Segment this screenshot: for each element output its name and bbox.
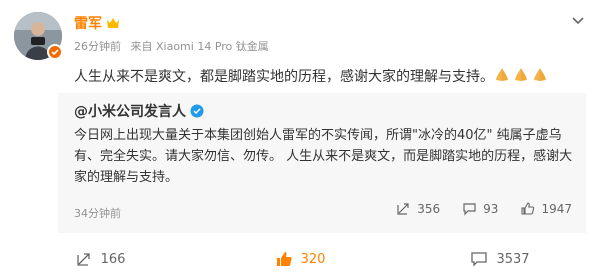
verified-icon <box>190 104 204 118</box>
praying-hands-icon <box>515 68 527 81</box>
repost-author[interactable]: @小米公司发言人 <box>74 101 204 121</box>
repost-author-name[interactable]: @小米公司发言人 <box>74 101 186 121</box>
comment-icon <box>463 203 476 216</box>
praying-hands-icon <box>534 68 546 81</box>
like-icon <box>521 202 535 215</box>
repost-count: 356 <box>417 201 441 216</box>
praying-hands-icon <box>496 68 508 81</box>
post-text: 人生从来不是爽文，都是脚踏实地的历程，感谢大家的理解与支持。 <box>74 69 494 85</box>
more-options-chevron-icon[interactable] <box>570 12 586 25</box>
like-count: 1947 <box>541 201 572 216</box>
action-bar: 166 320 3537 <box>0 244 600 274</box>
author-name[interactable]: 雷军 <box>74 13 102 33</box>
post-meta: 26分钟前 来自 Xiaomi 14 Pro 钛金属 <box>74 38 275 54</box>
like-button[interactable]: 320 <box>200 244 400 274</box>
like-action-count: 320 <box>300 251 326 267</box>
repost-action-count: 166 <box>100 251 126 267</box>
post-author[interactable]: 雷军 <box>74 13 120 33</box>
repost-time[interactable]: 34分钟前 <box>74 205 121 221</box>
comment-icon <box>471 252 488 267</box>
repost-icon <box>397 203 409 215</box>
repost-icon <box>76 253 90 266</box>
comment-count: 93 <box>483 201 499 216</box>
post-time[interactable]: 26分钟前 <box>74 40 121 53</box>
repost-card[interactable]: @小米公司发言人 今日网上出现大量关于本集团创始人雷军的不实传闻，所谓"冰冷的4… <box>58 93 586 233</box>
crown-icon <box>107 18 119 28</box>
repost-stat-reposts[interactable]: 356 <box>396 201 440 216</box>
comment-action-count: 3537 <box>496 251 530 267</box>
repost-stat-likes[interactable]: 1947 <box>520 201 572 216</box>
verified-badge-icon <box>47 44 63 60</box>
comment-button[interactable]: 3537 <box>400 244 600 274</box>
post-source: 来自 Xiaomi 14 Pro 钛金属 <box>130 40 269 53</box>
repost-stat-comments[interactable]: 93 <box>462 201 498 216</box>
repost-text: 今日网上出现大量关于本集团创始人雷军的不实传闻，所谓"冰冷的40亿" 纯属子虚乌… <box>74 128 573 185</box>
emoji-row <box>493 66 549 84</box>
repost-stats: 356 93 1947 <box>396 201 572 216</box>
repost-button[interactable]: 166 <box>0 244 200 274</box>
like-icon <box>276 252 292 266</box>
